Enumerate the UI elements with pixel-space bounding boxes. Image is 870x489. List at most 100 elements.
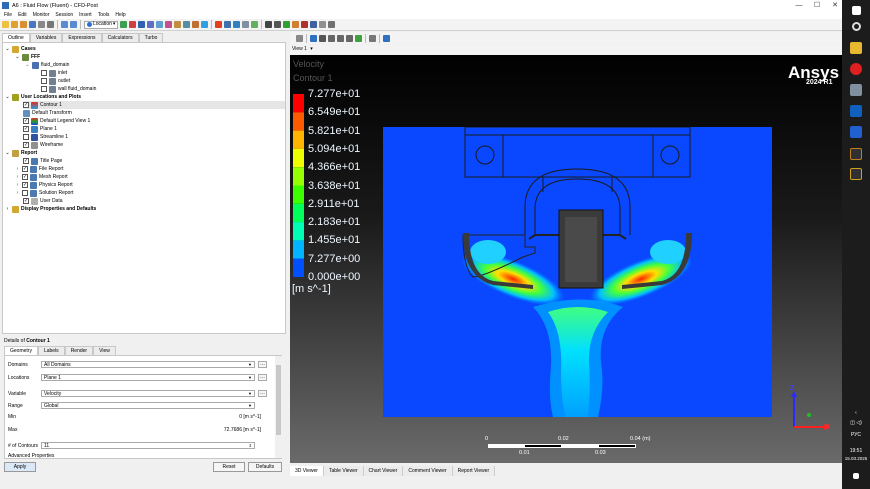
pan-icon[interactable] (319, 34, 326, 42)
tab-expressions[interactable]: Expressions (62, 33, 102, 42)
tree-contour1[interactable]: ✓ Contour 1 (23, 101, 285, 109)
undo-icon[interactable] (61, 21, 68, 28)
network-volume-icon[interactable]: ◫ ◁) (842, 420, 870, 426)
tree-user-data[interactable]: ✓ User Data (23, 197, 63, 205)
visibility-checkbox[interactable]: ✓ (22, 166, 28, 172)
chevron-right-icon[interactable]: › (15, 181, 20, 189)
notification-icon[interactable] (853, 473, 859, 479)
report-icon[interactable] (310, 21, 318, 28)
visibility-checkbox[interactable]: ✓ (23, 126, 29, 132)
maximize-button[interactable]: ☐ (808, 0, 826, 11)
select-icon[interactable] (296, 34, 303, 42)
reset-button[interactable]: Reset (213, 462, 245, 472)
visibility-checkbox[interactable] (22, 190, 28, 196)
print-icon[interactable] (38, 21, 45, 28)
macro-icon[interactable] (292, 21, 300, 28)
menu-insert[interactable]: Insert (79, 12, 92, 18)
domains-select[interactable]: All Domains ▼ (41, 361, 255, 368)
view-selector[interactable]: View 1 (292, 46, 307, 52)
tree-display-properties[interactable]: › Display Properties and Defaults (5, 205, 96, 213)
save-icon[interactable] (29, 21, 36, 28)
vector-icon[interactable] (120, 21, 128, 28)
tab-labels[interactable]: Labels (37, 346, 65, 355)
chart-icon[interactable] (233, 21, 241, 28)
expand-icon[interactable]: ⌄ (5, 149, 10, 157)
case-comparison-icon[interactable] (301, 21, 309, 28)
tab-view[interactable]: View (93, 346, 116, 355)
tab-table-viewer[interactable]: Table Viewer (323, 466, 364, 476)
visibility-checkbox[interactable]: ✓ (22, 182, 28, 188)
chevron-right-icon[interactable]: › (15, 173, 20, 181)
menu-tools[interactable]: Tools (98, 12, 110, 18)
animation-icon[interactable] (274, 21, 282, 28)
search-icon[interactable] (852, 22, 861, 31)
expand-icon[interactable]: ⌄ (15, 53, 20, 61)
image-icon[interactable] (47, 21, 54, 28)
expand-icon[interactable]: ⌄ (25, 61, 30, 69)
visibility-checkbox[interactable]: ✓ (23, 102, 29, 108)
visibility-checkbox[interactable] (41, 78, 47, 84)
app-icon[interactable] (850, 105, 862, 117)
function-calculator-icon[interactable] (215, 21, 223, 28)
tab-report-viewer[interactable]: Report Viewer (452, 466, 496, 476)
visibility-checkbox[interactable]: ✓ (23, 198, 29, 204)
word-icon[interactable] (850, 126, 862, 138)
workbench-icon[interactable] (850, 148, 862, 160)
tree-inlet[interactable]: inlet (41, 69, 67, 77)
tree-cases[interactable]: ⌄ Cases (5, 45, 36, 53)
tab-3d-viewer[interactable]: 3D Viewer (290, 466, 324, 476)
details-scrollbar[interactable] (275, 356, 282, 458)
tree-plane1[interactable]: ✓ Plane 1 (23, 125, 57, 133)
tree-default-transform[interactable]: Default Transform (23, 109, 72, 117)
visibility-checkbox[interactable]: ✓ (22, 174, 28, 180)
tree-title-page[interactable]: ✓ Title Page (23, 157, 62, 165)
zoom-icon[interactable] (328, 34, 335, 42)
chevron-right-icon[interactable]: › (5, 205, 10, 213)
timestep-icon[interactable] (265, 21, 273, 28)
tree-wall[interactable]: wall fluid_domain (41, 85, 96, 93)
tree-solution-report[interactable]: › Solution Report (15, 189, 73, 197)
load-state-icon[interactable] (20, 21, 27, 28)
tree-mesh-report[interactable]: › ✓ Mesh Report (15, 173, 68, 181)
variable-more-button[interactable]: … (258, 390, 267, 397)
minimize-button[interactable]: — (790, 0, 808, 11)
tab-turbo[interactable]: Turbo (138, 33, 164, 42)
tab-geometry[interactable]: Geometry (4, 346, 38, 355)
yandex-browser-icon[interactable] (850, 63, 862, 75)
visibility-checkbox[interactable] (41, 70, 47, 76)
tree-wireframe[interactable]: ✓ Wireframe (23, 141, 63, 149)
streamline-icon[interactable] (138, 21, 146, 28)
volume-render-icon[interactable] (156, 21, 164, 28)
coordinate-frame-icon[interactable] (183, 21, 191, 28)
visibility-checkbox[interactable] (23, 134, 29, 140)
apply-button[interactable]: Apply (4, 462, 36, 472)
text-icon[interactable] (174, 21, 182, 28)
menu-monitor[interactable]: Monitor (33, 12, 50, 18)
file-explorer-icon[interactable] (850, 42, 862, 54)
legend-icon[interactable] (192, 21, 200, 28)
visibility-checkbox[interactable] (41, 86, 47, 92)
visibility-checkbox[interactable]: ✓ (23, 118, 29, 124)
figure-icon[interactable] (251, 21, 259, 28)
chevron-up-icon[interactable]: ‹ (842, 410, 870, 416)
tab-calculators[interactable]: Calculators (101, 33, 139, 42)
quick-editor-icon[interactable] (283, 21, 291, 28)
zoom-box-icon[interactable] (337, 34, 344, 42)
location-combo[interactable]: Location ▾ (84, 20, 119, 29)
locations-select[interactable]: Plane 1 ▼ (41, 374, 255, 381)
tree-fluid-domain[interactable]: ⌄ fluid_domain (25, 61, 69, 69)
app-icon[interactable] (850, 84, 862, 96)
tree-streamline1[interactable]: Streamline 1 (23, 133, 68, 141)
tree-user-locations[interactable]: ⌄ User Locations and Plots (5, 93, 81, 101)
menu-file[interactable]: File (4, 12, 12, 18)
scrollbar-thumb[interactable] (276, 365, 281, 435)
windows-start-icon[interactable] (852, 6, 861, 15)
locations-more-button[interactable]: … (258, 374, 267, 381)
language-indicator[interactable]: РУС (842, 432, 870, 438)
menu-help[interactable]: Help (115, 12, 125, 18)
chevron-right-icon[interactable]: › (15, 189, 20, 197)
visibility-checkbox[interactable]: ✓ (23, 158, 29, 164)
tab-outline[interactable]: Outline (2, 33, 30, 42)
table-icon[interactable] (224, 21, 232, 28)
tree-fff[interactable]: ⌄ FFF (15, 53, 40, 61)
